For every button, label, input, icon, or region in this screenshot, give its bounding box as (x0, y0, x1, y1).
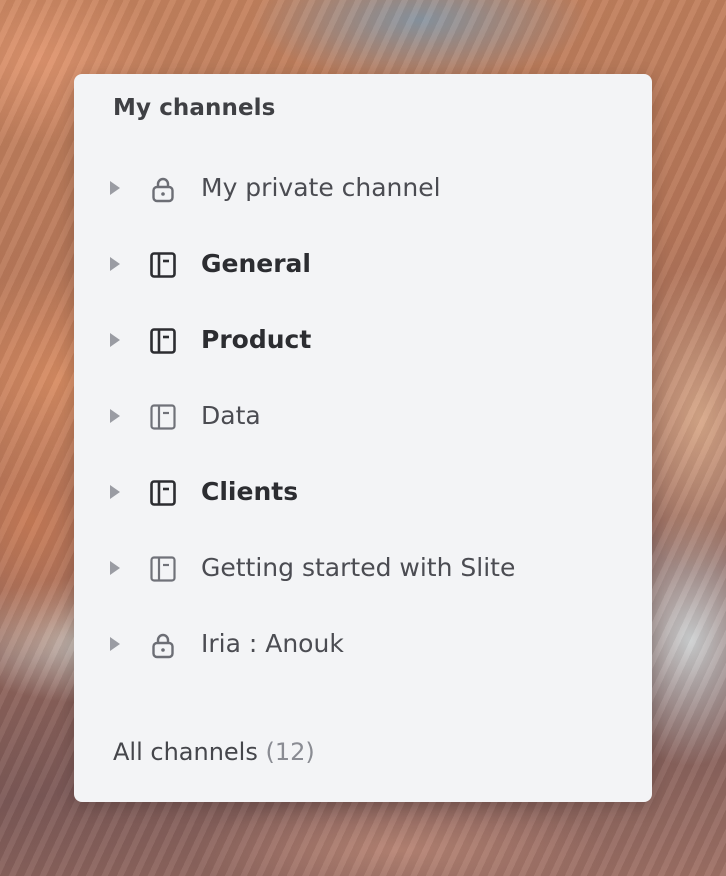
panel-title: My channels (113, 95, 276, 121)
channel-item-general[interactable]: General (74, 226, 652, 302)
channels-panel: My channels My private channel General P… (74, 74, 652, 802)
expand-caret-icon[interactable] (110, 181, 120, 195)
channel-label: Data (201, 401, 261, 430)
expand-caret-icon[interactable] (110, 485, 120, 499)
channel-list: My private channel General Product Data … (74, 150, 652, 682)
channel-item-product[interactable]: Product (74, 302, 652, 378)
lock-icon (152, 177, 174, 203)
channel-icon (150, 404, 176, 430)
channel-item-getting-started[interactable]: Getting started with Slite (74, 530, 652, 606)
expand-caret-icon[interactable] (110, 637, 120, 651)
channel-item-clients[interactable]: Clients (74, 454, 652, 530)
channel-label: Product (201, 325, 312, 354)
all-channels-link[interactable]: All channels (12) (113, 734, 315, 770)
lock-icon (152, 633, 174, 659)
channel-label: Clients (201, 477, 299, 506)
channel-icon (150, 252, 176, 278)
expand-caret-icon[interactable] (110, 257, 120, 271)
channel-item-my-private-channel[interactable]: My private channel (74, 150, 652, 226)
channel-label: General (201, 249, 311, 278)
all-channels-label: All channels (113, 738, 258, 766)
channel-label: Iria : Anouk (201, 629, 344, 658)
channel-count: (12) (265, 738, 315, 766)
channel-icon (150, 480, 176, 506)
channel-icon (150, 556, 176, 582)
expand-caret-icon[interactable] (110, 409, 120, 423)
channel-item-data[interactable]: Data (74, 378, 652, 454)
channel-icon (150, 328, 176, 354)
expand-caret-icon[interactable] (110, 333, 120, 347)
channel-label: Getting started with Slite (201, 553, 516, 582)
channel-item-iria-anouk[interactable]: Iria : Anouk (74, 606, 652, 682)
expand-caret-icon[interactable] (110, 561, 120, 575)
channel-label: My private channel (201, 173, 441, 202)
